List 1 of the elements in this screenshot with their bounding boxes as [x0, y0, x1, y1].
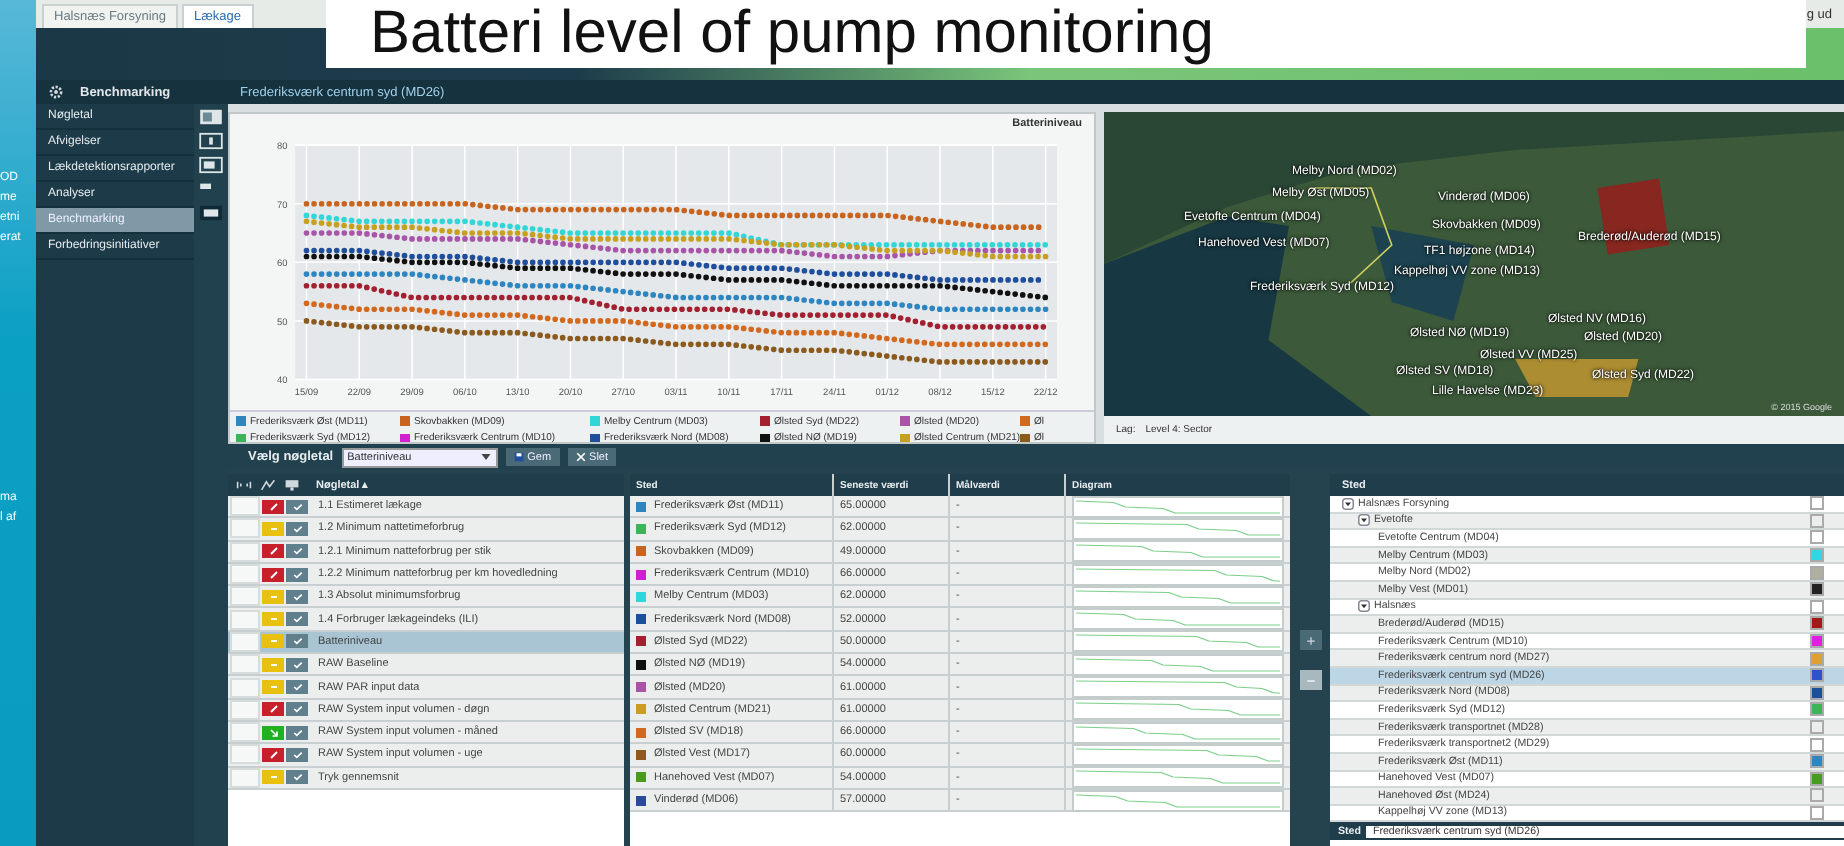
slide-title: Batteri level of pump monitoring — [370, 0, 1214, 68]
